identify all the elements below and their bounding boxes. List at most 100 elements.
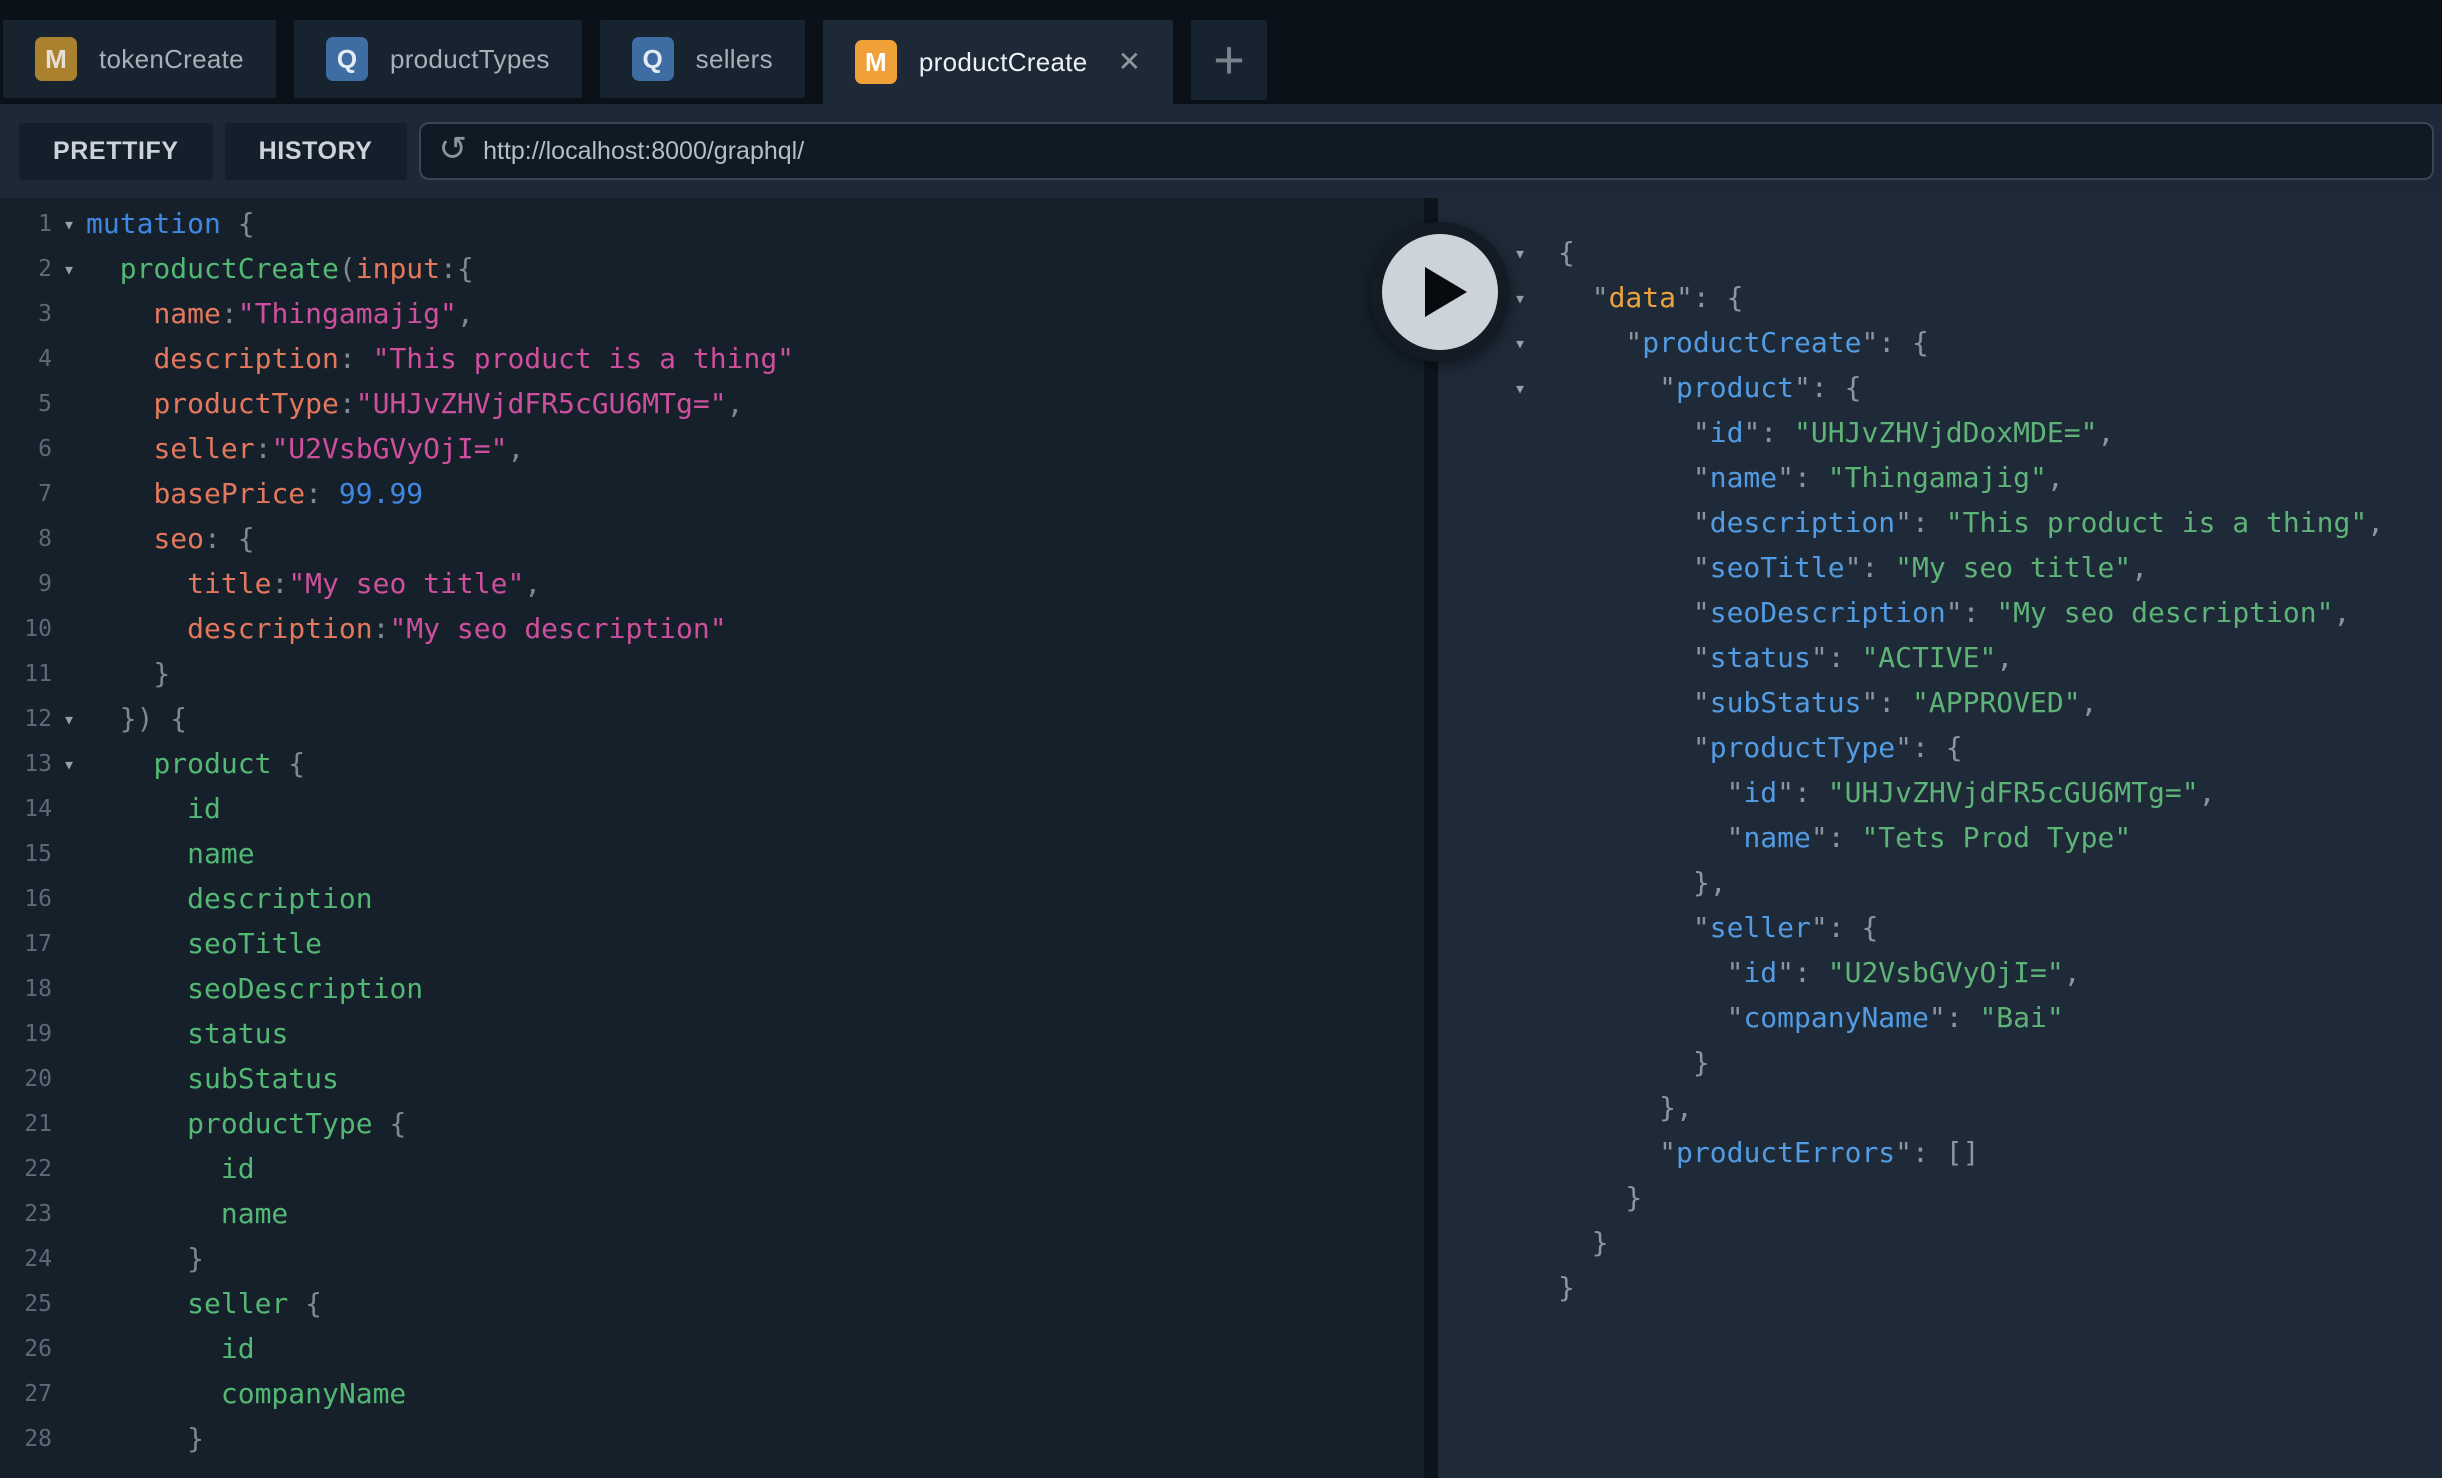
- editor-line: 8 seo: {: [0, 516, 1424, 561]
- response-line: }: [1438, 1175, 2442, 1220]
- response-line: ▾{: [1438, 230, 2442, 275]
- editor-line: 16 description: [0, 876, 1424, 921]
- line-number: 26: [0, 1336, 52, 1362]
- line-number: 9: [0, 571, 52, 597]
- response-line: "name": "Tets Prod Type": [1438, 815, 2442, 860]
- code-text: "subStatus": "APPROVED",: [1558, 686, 2097, 719]
- code-text: description: [86, 882, 373, 915]
- response-line: "seller": {: [1438, 905, 2442, 950]
- line-number: 6: [0, 436, 52, 462]
- response-line: "description": "This product is a thing"…: [1438, 500, 2442, 545]
- code-text: "seoTitle": "My seo title",: [1558, 551, 2148, 584]
- response-line: "id": "UHJvZHVjdFR5cGU6MTg=",: [1438, 770, 2442, 815]
- code-text: "companyName": "Bai": [1558, 1001, 2064, 1034]
- line-number: 1: [0, 211, 52, 237]
- run-button-circle: [1382, 234, 1498, 350]
- code-text: }: [1558, 1271, 1575, 1304]
- code-text: "product": {: [1558, 371, 1861, 404]
- fold-arrow-icon[interactable]: ▾: [52, 709, 86, 729]
- editor-line: 7 basePrice: 99.99: [0, 471, 1424, 516]
- code-text: productCreate(input:{: [86, 252, 474, 285]
- reload-url-icon[interactable]: ↺: [439, 132, 468, 166]
- code-text: }: [86, 657, 170, 690]
- code-text: "id": "UHJvZHVjdDoxMDE=",: [1558, 416, 2114, 449]
- editor-line: 24 }: [0, 1236, 1424, 1281]
- fold-arrow-icon[interactable]: ▾: [1514, 333, 1558, 353]
- editor-line: 11 }: [0, 651, 1424, 696]
- tab-productTypes[interactable]: QproductTypes: [294, 20, 582, 98]
- code-text: productType {: [86, 1107, 406, 1140]
- editor-line: 9 title:"My seo title",: [0, 561, 1424, 606]
- fold-arrow-icon[interactable]: ▾: [1514, 288, 1558, 308]
- line-number: 14: [0, 796, 52, 822]
- code-text: name:"Thingamajig",: [86, 297, 474, 330]
- code-text: companyName: [86, 1377, 406, 1410]
- line-number: 22: [0, 1156, 52, 1182]
- fold-arrow-icon[interactable]: ▾: [1514, 378, 1558, 398]
- query-editor[interactable]: 1▾mutation {2▾ productCreate(input:{3 na…: [0, 198, 1424, 1478]
- code-text: }) {: [86, 702, 187, 735]
- response-line: ▾ "productCreate": {: [1438, 320, 2442, 365]
- code-text: seller {: [86, 1287, 322, 1320]
- code-text: "id": "U2VsbGVyOjI=",: [1558, 956, 2081, 989]
- editor-line: 15 name: [0, 831, 1424, 876]
- prettify-button[interactable]: PRETTIFY: [19, 123, 213, 180]
- code-text: "productErrors": []: [1558, 1136, 1979, 1169]
- response-line: },: [1438, 1085, 2442, 1130]
- line-number: 3: [0, 301, 52, 327]
- history-button[interactable]: HISTORY: [225, 123, 407, 180]
- editor-line: 22 id: [0, 1146, 1424, 1191]
- code-text: {: [1558, 236, 1575, 269]
- pane-divider[interactable]: [1424, 198, 1438, 1478]
- editor-line: 2▾ productCreate(input:{: [0, 246, 1424, 291]
- fold-arrow-icon[interactable]: ▾: [1514, 243, 1558, 263]
- url-input[interactable]: ↺ http://localhost:8000/graphql/: [419, 122, 2434, 180]
- code-text: id: [86, 792, 221, 825]
- tab-tokenCreate[interactable]: MtokenCreate: [3, 20, 276, 98]
- toolbar: PRETTIFY HISTORY ↺ http://localhost:8000…: [0, 104, 2442, 198]
- editor-line: 4 description: "This product is a thing": [0, 336, 1424, 381]
- code-text: subStatus: [86, 1062, 339, 1095]
- fold-arrow-icon[interactable]: ▾: [52, 754, 86, 774]
- editor-line: 18 seoDescription: [0, 966, 1424, 1011]
- mutation-badge: M: [855, 40, 897, 84]
- tab-sellers[interactable]: Qsellers: [600, 20, 805, 98]
- code-text: name: [86, 1197, 288, 1230]
- line-number: 4: [0, 346, 52, 372]
- response-line: "seoTitle": "My seo title",: [1438, 545, 2442, 590]
- query-badge: Q: [632, 37, 674, 81]
- plus-icon: +: [1213, 29, 1245, 91]
- response-line: ▾ "data": {: [1438, 275, 2442, 320]
- response-line: ▾ "product": {: [1438, 365, 2442, 410]
- line-number: 17: [0, 931, 52, 957]
- response-line: "companyName": "Bai": [1438, 995, 2442, 1040]
- response-line: }: [1438, 1220, 2442, 1265]
- response-viewer: ▾{▾ "data": {▾ "productCreate": {▾ "prod…: [1438, 198, 2442, 1478]
- tab-label: sellers: [696, 44, 773, 75]
- fold-arrow-icon[interactable]: ▾: [52, 214, 86, 234]
- tab-productCreate[interactable]: MproductCreate✕: [823, 20, 1173, 104]
- code-text: status: [86, 1017, 288, 1050]
- run-query-button[interactable]: [1370, 222, 1510, 362]
- code-text: title:"My seo title",: [86, 567, 541, 600]
- editor-line: 23 name: [0, 1191, 1424, 1236]
- code-text: }: [1558, 1181, 1642, 1214]
- line-number: 16: [0, 886, 52, 912]
- editor-line: 20 subStatus: [0, 1056, 1424, 1101]
- line-number: 27: [0, 1381, 52, 1407]
- editor-line: 17 seoTitle: [0, 921, 1424, 966]
- code-text: mutation {: [86, 207, 255, 240]
- new-tab-button[interactable]: +: [1191, 20, 1267, 100]
- code-text: seller:"U2VsbGVyOjI=",: [86, 432, 524, 465]
- response-line: }: [1438, 1265, 2442, 1310]
- code-text: "name": "Tets Prod Type": [1558, 821, 2131, 854]
- line-number: 7: [0, 481, 52, 507]
- code-text: "name": "Thingamajig",: [1558, 461, 2064, 494]
- editor-line: 25 seller {: [0, 1281, 1424, 1326]
- editor-line: 1▾mutation {: [0, 201, 1424, 246]
- close-tab-icon[interactable]: ✕: [1118, 48, 1141, 76]
- code-text: name: [86, 837, 255, 870]
- fold-arrow-icon[interactable]: ▾: [52, 259, 86, 279]
- editor-line: 14 id: [0, 786, 1424, 831]
- query-badge: Q: [326, 37, 368, 81]
